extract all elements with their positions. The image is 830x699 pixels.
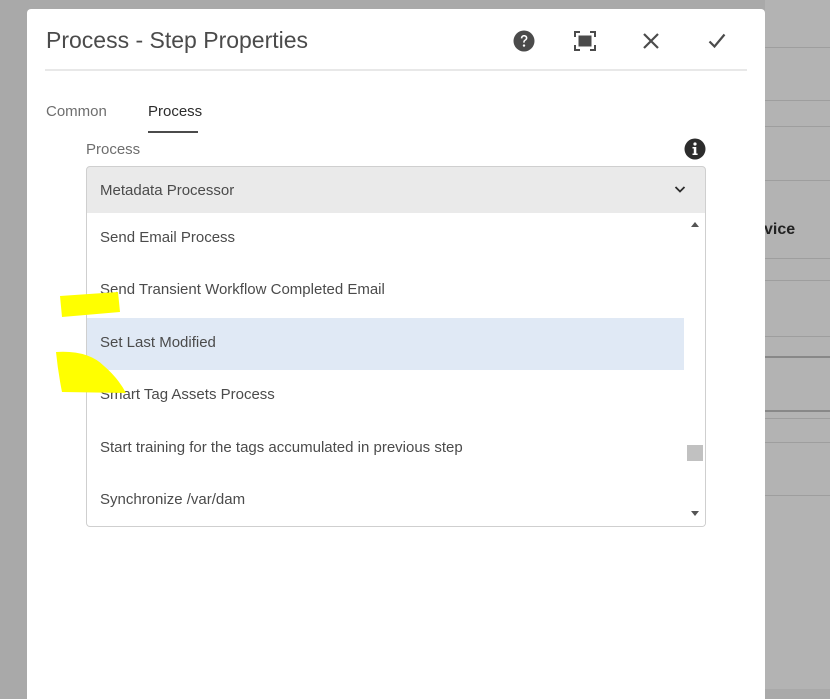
background-divider [765,126,830,127]
info-icon[interactable] [684,138,706,160]
background-divider [765,442,830,443]
close-icon [643,33,659,49]
process-options-list: Send Email Process Send Transient Workfl… [86,213,706,527]
list-item[interactable]: Smart Tag Assets Process [87,370,684,422]
tab-common[interactable]: Common [46,103,107,120]
option-label: Set Last Modified [100,334,216,351]
scroll-up-arrow-icon[interactable] [685,219,705,229]
scrollbar-thumb[interactable] [687,445,703,461]
option-label: Start training for the tags accumulated … [100,439,463,456]
option-label: Synchronize /var/dam [100,491,246,508]
background-text: vice [764,221,796,238]
help-icon [513,30,535,52]
active-tab-indicator [148,131,198,133]
option-label: Smart Tag Assets Process [100,386,275,403]
background-divider [765,418,830,419]
option-label: Send Transient Workflow Completed Email [100,281,385,298]
list-item-highlighted[interactable]: Set Last Modified [87,318,684,370]
tab-process[interactable]: Process [148,103,202,120]
fullscreen-icon [574,31,596,51]
background-divider [765,280,830,281]
list-item[interactable]: Synchronize /var/dam [87,475,684,526]
list-scrollbar[interactable] [685,213,705,526]
background-divider [765,495,830,496]
list-item[interactable]: Send Email Process [87,213,684,265]
background-divider [765,180,830,181]
process-select[interactable]: Metadata Processor [86,166,706,214]
background-divider [765,100,830,101]
option-label: Send Email Process [100,229,236,246]
list-item[interactable]: Send Transient Workflow Completed Email [87,265,684,317]
background-divider [765,47,830,48]
process-field-label: Process [86,141,141,158]
help-button[interactable] [509,26,539,56]
background-divider [765,336,830,337]
background-divider [765,356,830,358]
checkmark-icon [708,33,726,49]
background-divider [765,258,830,259]
done-button[interactable] [702,26,732,56]
process-select-value: Metadata Processor [100,182,235,199]
background-page [765,0,830,689]
scroll-down-arrow-icon[interactable] [685,509,705,519]
step-properties-dialog: Process - Step Properties Common Process… [27,9,765,699]
header-divider [45,69,747,71]
chevron-down-icon [674,186,686,193]
close-button[interactable] [636,26,666,56]
list-item[interactable]: Start training for the tags accumulated … [87,423,684,475]
background-divider [765,410,830,412]
dialog-title: Process - Step Properties [46,27,309,53]
fullscreen-button[interactable] [570,26,600,56]
